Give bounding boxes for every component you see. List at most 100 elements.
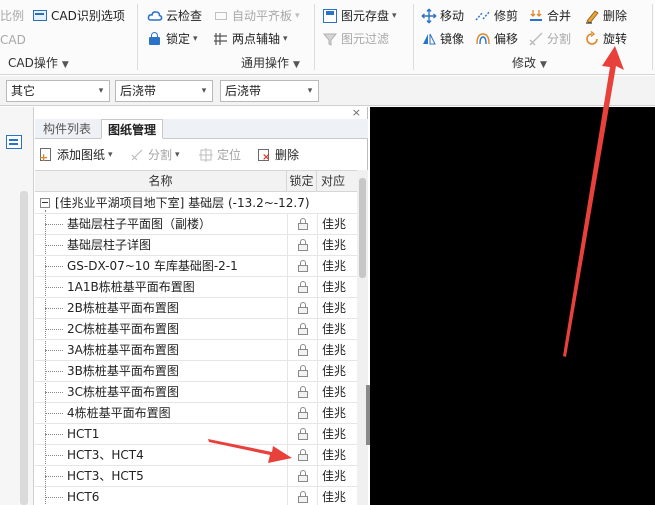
drawing-name: HCT6 <box>67 490 100 504</box>
lock-icon[interactable] <box>297 344 309 357</box>
table-row[interactable]: HCT1 佳兆 <box>35 424 357 445</box>
table-row[interactable]: 基础层柱子详图 佳兆 <box>35 235 357 256</box>
mirror-label: 镜像 <box>440 32 465 46</box>
table-row[interactable]: 3B栋桩基平面布置图 佳兆 <box>35 361 357 382</box>
lock-icon[interactable] <box>297 218 309 231</box>
lock-cell[interactable] <box>287 277 317 298</box>
delete-drawing-button[interactable]: × 删除 <box>257 145 299 165</box>
modify-group-label[interactable]: 修改 ▼ <box>512 55 547 71</box>
lock-cell[interactable] <box>287 214 317 235</box>
lock-cell[interactable] <box>287 382 317 403</box>
lock-icon <box>147 31 163 47</box>
modify-group-label-text: 修改 <box>512 56 537 70</box>
column-header-assoc[interactable]: 对应 <box>317 171 357 191</box>
table-row[interactable]: HCT6 佳兆 <box>35 487 357 505</box>
category-select[interactable]: 其它 ▾ <box>6 80 110 102</box>
lock-cell[interactable] <box>287 487 317 505</box>
lock-icon[interactable] <box>297 260 309 273</box>
table-row[interactable]: 3C栋桩基平面布置图 佳兆 <box>35 382 357 403</box>
lock-icon[interactable] <box>297 323 309 336</box>
tab-component-list[interactable]: 构件列表 <box>37 119 97 139</box>
type-select[interactable]: 后浇带 ▾ <box>115 80 213 102</box>
lock-icon[interactable] <box>297 407 309 420</box>
ribbon-separator <box>314 4 315 70</box>
table-row[interactable]: 1A1B栋桩基平面布置图 佳兆 <box>35 277 357 298</box>
auto-align-slab-button[interactable]: 自动平齐板 <box>213 6 300 26</box>
scrollbar-thumb[interactable] <box>359 178 366 278</box>
table-row[interactable]: HCT3、HCT4 佳兆 <box>35 445 357 466</box>
table-row[interactable]: 3A栋桩基平面布置图 佳兆 <box>35 340 357 361</box>
common-operations-group-label[interactable]: 通用操作 ▼ <box>241 55 300 71</box>
move-button[interactable]: 移动 <box>421 6 464 26</box>
lock-icon[interactable] <box>297 365 309 378</box>
trim-icon <box>475 8 491 24</box>
locate-button[interactable]: 定位 <box>199 145 241 165</box>
properties-icon[interactable] <box>6 135 22 149</box>
cad-partial-button[interactable]: CAD <box>0 30 26 50</box>
lock-cell[interactable] <box>287 256 317 277</box>
delete-button[interactable]: 删除 <box>584 6 627 26</box>
ribbon-separator <box>652 4 653 70</box>
close-icon[interactable]: × <box>352 107 361 119</box>
table-row[interactable]: GS-DX-07~10 车库基础图-2-1 佳兆 <box>35 256 357 277</box>
table-row[interactable]: HCT3、HCT5 佳兆 <box>35 466 357 487</box>
cloud-check-button[interactable]: 云检查 <box>147 6 202 26</box>
trim-button[interactable]: 修剪 <box>475 6 518 26</box>
rotate-button[interactable]: 旋转 <box>584 29 627 49</box>
chevron-down-icon[interactable]: ▾ <box>196 81 212 101</box>
merge-button[interactable]: 合并 <box>528 6 571 26</box>
modify-group: 移动 修剪 合并 删除 镜像 偏移 分割 旋转 修改 ▼ <box>416 0 655 75</box>
element-filter-button[interactable]: 图元过滤 <box>322 29 389 49</box>
two-point-axis-button[interactable]: 两点辅轴 <box>213 29 288 49</box>
lock-cell[interactable] <box>287 403 317 424</box>
chevron-down-icon[interactable]: ▾ <box>302 81 318 101</box>
element-store-button[interactable]: 图元存盘 <box>322 6 397 26</box>
mirror-button[interactable]: 镜像 <box>421 29 464 49</box>
column-header-name[interactable]: 名称 <box>35 171 287 191</box>
rotate-label: 旋转 <box>603 32 628 46</box>
cad-operations-group-label[interactable]: CAD操作 ▼ <box>8 55 69 71</box>
lock-icon[interactable] <box>297 281 309 294</box>
panel-scrollbar[interactable] <box>357 170 368 505</box>
cad-recognize-options-button[interactable]: CAD识别选项 <box>32 6 125 26</box>
drawing-canvas[interactable] <box>370 107 655 505</box>
group-row[interactable]: [佳兆业平湖项目地下室] 基础层 (-13.2~-12.7) <box>35 193 357 214</box>
lock-cell[interactable] <box>287 319 317 340</box>
tree-connector <box>45 245 63 246</box>
lock-cell[interactable] <box>287 235 317 256</box>
lock-cell[interactable] <box>287 361 317 382</box>
column-header-lock[interactable]: 锁定 <box>287 171 317 191</box>
lock-icon[interactable] <box>297 470 309 483</box>
lock-button[interactable]: 锁定 <box>147 29 198 49</box>
category-select-value: 其它 <box>11 84 36 98</box>
add-drawing-button[interactable]: + 添加图纸 <box>39 145 113 165</box>
lock-icon[interactable] <box>297 491 309 504</box>
left-strip-scrollbar[interactable] <box>20 191 28 505</box>
component-select[interactable]: 后浇带 ▾ <box>220 80 319 102</box>
lock-icon[interactable] <box>297 386 309 399</box>
drawing-name: 3B栋桩基平面布置图 <box>67 364 179 378</box>
lock-cell[interactable] <box>287 466 317 487</box>
split-drawing-button[interactable]: 分割 <box>130 145 180 165</box>
scale-button[interactable]: 比例 <box>0 6 24 26</box>
table-row[interactable]: 基础层柱子平面图（副楼） 佳兆 <box>35 214 357 235</box>
offset-button[interactable]: 偏移 <box>475 29 518 49</box>
collapse-icon[interactable] <box>40 198 50 208</box>
lock-icon[interactable] <box>297 449 309 462</box>
assoc-cell: 佳兆 <box>317 361 357 382</box>
lock-icon[interactable] <box>297 428 309 441</box>
lock-cell[interactable] <box>287 340 317 361</box>
lock-cell[interactable] <box>287 445 317 466</box>
chevron-down-icon[interactable]: ▾ <box>93 81 109 101</box>
table-row[interactable]: 2C栋桩基平面布置图 佳兆 <box>35 319 357 340</box>
tab-drawing-management[interactable]: 图纸管理 <box>101 119 164 139</box>
split-button[interactable]: 分割 <box>528 29 571 49</box>
lock-icon[interactable] <box>297 302 309 315</box>
lock-cell[interactable] <box>287 298 317 319</box>
table-row[interactable]: 2B栋桩基平面布置图 佳兆 <box>35 298 357 319</box>
group-row-label: [佳兆业平湖项目地下室] 基础层 (-13.2~-12.7) <box>55 196 310 210</box>
table-row[interactable]: 4栋桩基平面布置图 佳兆 <box>35 403 357 424</box>
lock-cell[interactable] <box>287 424 317 445</box>
lock-icon[interactable] <box>297 239 309 252</box>
drawing-tree-table: [佳兆业平湖项目地下室] 基础层 (-13.2~-12.7) 基础层柱子平面图（… <box>35 193 357 505</box>
